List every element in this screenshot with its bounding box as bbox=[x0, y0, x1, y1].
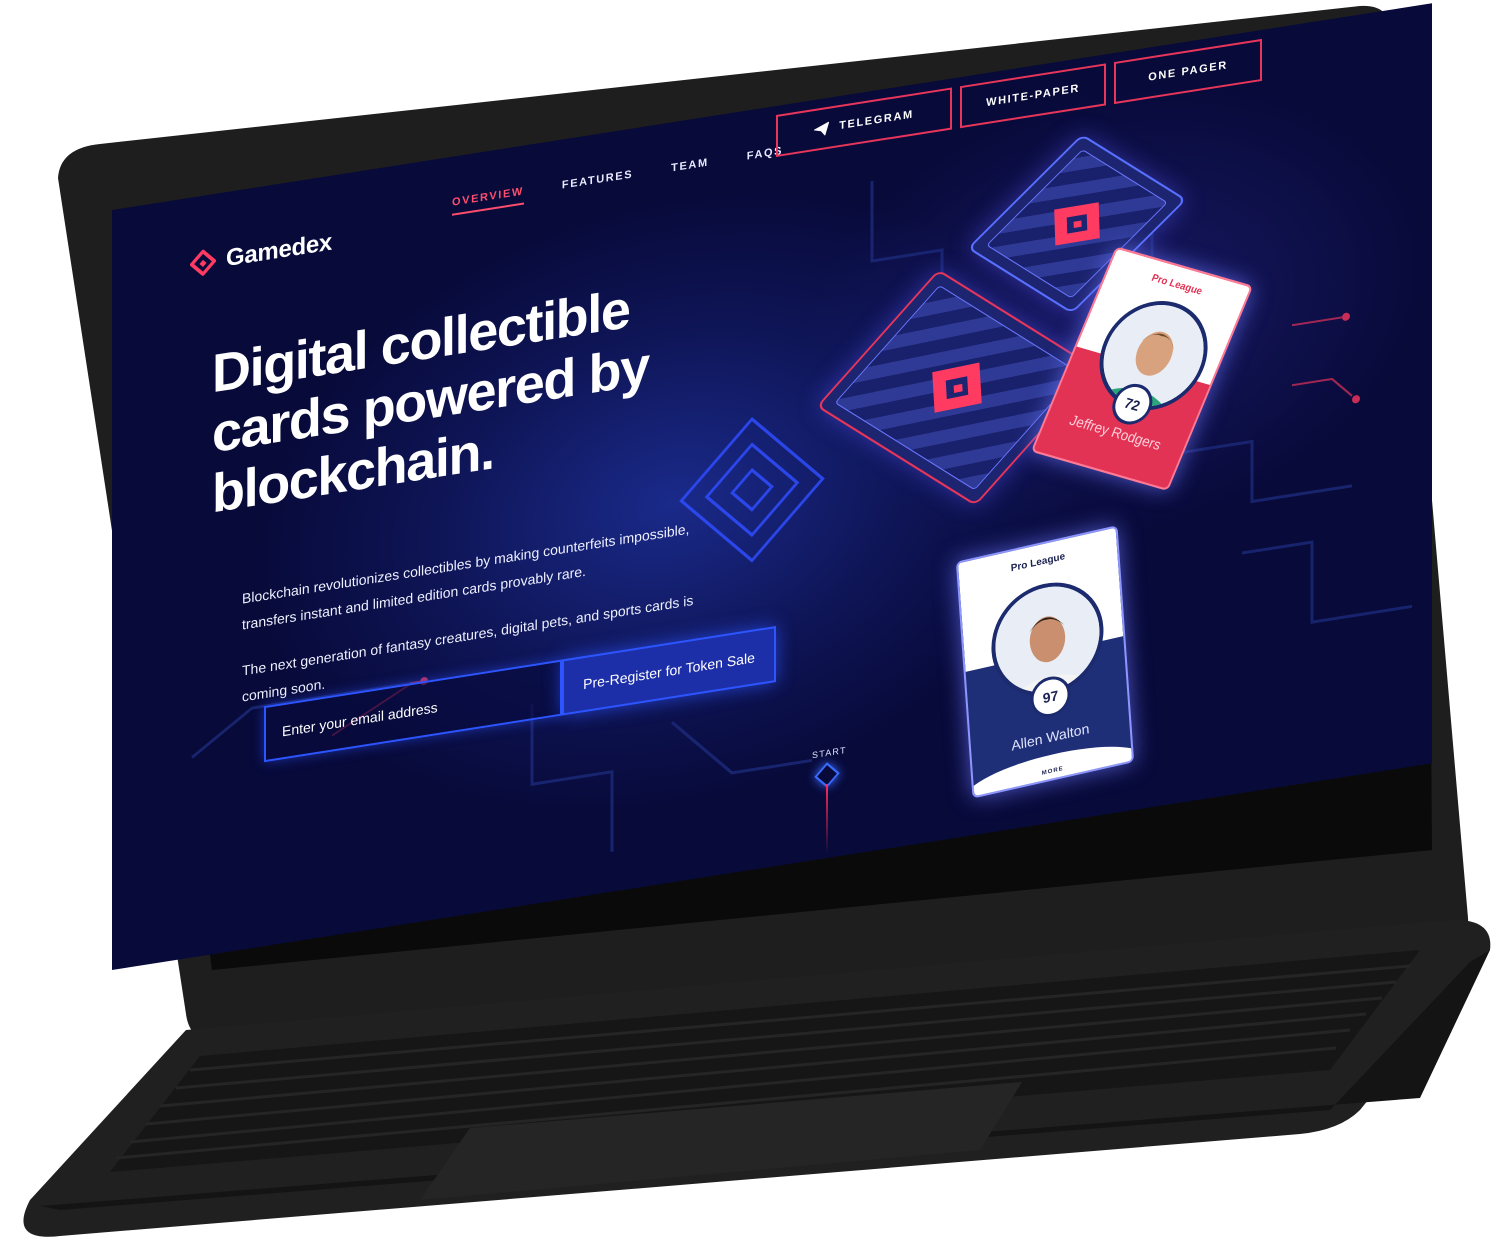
player-card-allen[interactable]: Pro League 97 Allen Walton MORE bbox=[955, 525, 1135, 799]
paper-plane-icon bbox=[814, 121, 830, 136]
gamedex-logo-icon bbox=[190, 248, 216, 277]
start-line bbox=[826, 783, 828, 855]
one-pager-label: ONE PAGER bbox=[1148, 59, 1228, 84]
telegram-label: TELEGRAM bbox=[839, 108, 914, 133]
white-paper-label: WHITE-PAPER bbox=[986, 82, 1080, 110]
